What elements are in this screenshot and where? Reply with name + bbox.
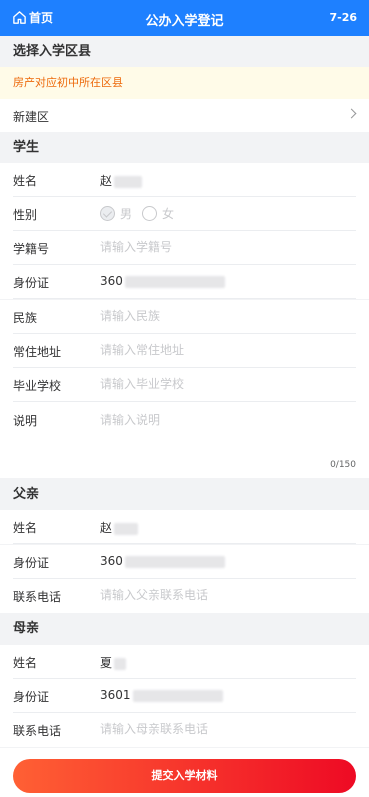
redacted-mask: [114, 175, 143, 188]
footer-bar: 提交入学材料: [0, 748, 369, 797]
gender-male-label: 男: [120, 207, 133, 221]
redacted-mask: [114, 657, 127, 670]
mother-phone-label: 联系电话: [13, 724, 62, 738]
father-id-label: 身份证: [13, 556, 50, 570]
gender-female-radio[interactable]: 女: [142, 205, 174, 222]
student-address-label: 常住地址: [13, 345, 62, 359]
radio-circle-icon: [142, 206, 158, 221]
father-name-input[interactable]: 赵: [100, 519, 139, 536]
father-phone-label: 联系电话: [13, 590, 62, 604]
section-title-student: 学生: [0, 132, 369, 163]
mother-phone-cell: 联系电话: [0, 713, 369, 747]
notice-bar: 房产对应初中所在区县: [0, 67, 369, 99]
section-title-mother: 母亲: [0, 613, 369, 644]
student-note-cell: 说明 0/150: [0, 402, 369, 478]
student-id-cell: 身份证 360: [0, 265, 369, 299]
submit-button[interactable]: 提交入学材料: [13, 759, 356, 793]
gender-female-label: 女: [162, 207, 175, 221]
chevron-right-icon: [346, 108, 357, 119]
page-title: 公办入学登记: [145, 14, 224, 29]
student-school-input[interactable]: [100, 377, 340, 391]
nav-right-text[interactable]: 7-26: [329, 11, 357, 24]
father-id-input[interactable]: 360: [100, 554, 225, 568]
student-school-label: 毕业学校: [13, 379, 62, 393]
father-id-value: 360: [100, 554, 123, 568]
gender-male-radio[interactable]: 男: [100, 205, 132, 222]
district-select-cell[interactable]: 新建区: [0, 99, 369, 132]
student-note-label: 说明: [13, 414, 38, 428]
section-title-district: 选择入学区县: [0, 36, 369, 67]
student-ethnicity-cell: 民族: [0, 300, 369, 334]
student-address-input[interactable]: [100, 343, 340, 357]
student-name-cell: 姓名 赵: [0, 163, 369, 197]
father-name-cell: 姓名 赵: [0, 510, 369, 544]
redacted-mask: [132, 689, 223, 702]
student-note-textarea[interactable]: [100, 411, 350, 451]
mother-id-cell: 身份证 3601: [0, 679, 369, 713]
student-id-input[interactable]: 360: [100, 274, 225, 288]
student-ethnicity-input[interactable]: [100, 309, 340, 323]
mother-id-label: 身份证: [13, 690, 50, 704]
mother-name-value: 夏: [100, 656, 113, 670]
student-gender-cell: 性别 男 女: [0, 197, 369, 231]
student-roll-label: 学籍号: [13, 242, 50, 256]
mother-phone-input[interactable]: [100, 722, 340, 736]
student-name-value: 赵: [100, 174, 113, 188]
mother-name-input[interactable]: 夏: [100, 654, 127, 671]
student-address-cell: 常住地址: [0, 334, 369, 368]
redacted-mask: [124, 555, 225, 568]
student-school-cell: 毕业学校: [0, 368, 369, 402]
gender-radio-group: 男 女: [100, 205, 184, 222]
father-phone-input[interactable]: [100, 588, 340, 602]
mother-id-value: 3601: [100, 688, 131, 702]
check-icon: [100, 206, 115, 221]
student-roll-input[interactable]: [100, 240, 340, 254]
district-value: 新建区: [13, 110, 50, 124]
student-name-label: 姓名: [13, 174, 38, 188]
student-id-value: 360: [100, 274, 123, 288]
mother-name-cell: 姓名 夏: [0, 645, 369, 679]
father-name-value: 赵: [100, 521, 113, 535]
father-name-label: 姓名: [13, 521, 38, 535]
mother-id-input[interactable]: 3601: [100, 688, 223, 702]
student-gender-label: 性别: [13, 208, 38, 222]
student-ethnicity-label: 民族: [13, 311, 38, 325]
mother-name-label: 姓名: [13, 656, 38, 670]
redacted-mask: [114, 522, 139, 535]
nav-bar: 首页 公办入学登记 7-26: [0, 0, 369, 36]
student-id-label: 身份证: [13, 276, 50, 290]
redacted-mask: [124, 275, 225, 288]
section-title-father: 父亲: [0, 479, 369, 510]
student-roll-cell: 学籍号: [0, 231, 369, 265]
father-id-cell: 身份证 360: [0, 545, 369, 579]
note-char-counter: 0/150: [330, 460, 356, 470]
student-name-input[interactable]: 赵: [100, 172, 143, 189]
father-phone-cell: 联系电话: [0, 579, 369, 613]
